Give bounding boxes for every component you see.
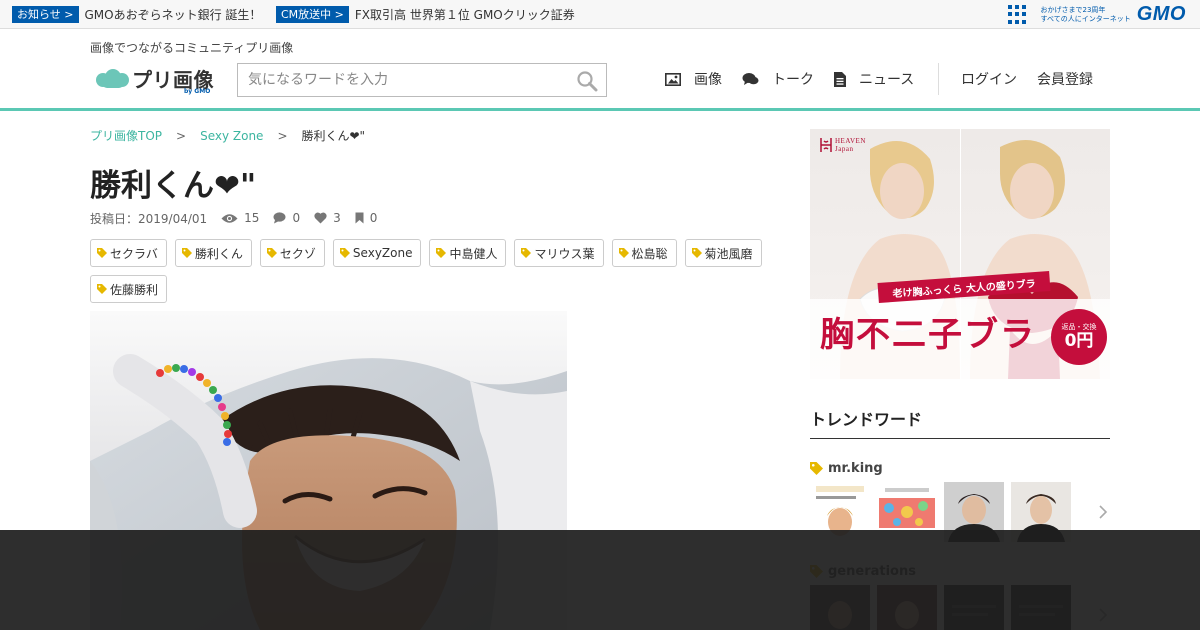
tag-chip[interactable]: 菊池風磨 <box>684 239 762 267</box>
tag-icon <box>618 248 629 258</box>
gmo-cm-tag: CM放送中 > <box>276 6 349 23</box>
heaven-logo-icon <box>820 138 832 152</box>
login-link[interactable]: ログイン <box>961 69 1017 89</box>
page-title: 勝利くん❤" <box>90 168 257 204</box>
site-tagline: 画像でつながるコミュニティプリ画像 <box>90 41 294 55</box>
like-count: 3 <box>314 211 341 225</box>
post-meta: 投稿日：2019/04/01 15 0 3 0 <box>90 210 377 226</box>
gmo-tagline: おかげさまで23周年 すべての人にインターネット <box>1040 5 1131 23</box>
sidebar-ad-banner[interactable]: HEAVEN Japan 老け胸ふっくら 大人の盛りブラ 胸不二子ブラ 返品・交… <box>810 129 1110 379</box>
gmo-menu-grid-icon[interactable] <box>1008 4 1028 25</box>
tag-icon <box>810 461 823 475</box>
gmo-news-link-bank[interactable]: お知らせ > GMOあおぞらネット銀行 誕生！ <box>12 6 261 23</box>
tag-icon <box>691 248 702 258</box>
ad-brand-sub: Japan <box>835 145 854 153</box>
chevron-right-icon[interactable] <box>1097 504 1109 520</box>
breadcrumb-category[interactable]: Sexy Zone <box>200 129 263 143</box>
ad-headline: 胸不二子ブラ <box>820 315 1036 355</box>
tag-chip[interactable]: 松島聡 <box>611 239 677 267</box>
breadcrumb-current: 勝利くん❤" <box>301 129 366 143</box>
gmo-cm-text: FX取引高 世界第１位 GMOクリック証券 <box>354 8 575 22</box>
comment-count: 0 <box>273 211 300 225</box>
tag-icon <box>97 248 107 258</box>
account-nav: ログイン 会員登録 <box>961 67 1113 91</box>
tag-list: セクラバ 勝利くん セクゾ SexyZone 中島健人 マリウス葉 松島聡 菊池… <box>90 239 780 311</box>
ad-brand: HEAVEN Japan <box>820 137 866 153</box>
gmo-logo: GMO <box>1136 3 1186 25</box>
gmo-top-bar: お知らせ > GMOあおぞらネット銀行 誕生！ CM放送中 > FX取引高 世界… <box>0 0 1200 29</box>
ad-brand-name: HEAVEN <box>835 137 866 145</box>
breadcrumb-separator: > <box>176 128 187 143</box>
gmo-logo-link[interactable]: おかげさまで23周年 すべての人にインターネット GMO <box>1008 3 1186 25</box>
register-link[interactable]: 会員登録 <box>1037 69 1093 89</box>
breadcrumb-separator: > <box>277 128 288 143</box>
gmo-news-tag: お知らせ > <box>12 6 79 23</box>
breadcrumb: プリ画像TOP > Sexy Zone > 勝利くん❤" <box>90 127 365 144</box>
tag-chip[interactable]: 中島健人 <box>429 239 507 267</box>
logo-mark-icon <box>96 68 130 89</box>
posted-date: 投稿日：2019/04/01 <box>90 211 208 226</box>
tag-chip[interactable]: セクラバ <box>90 239 167 267</box>
nav-talk-label: トーク <box>772 72 814 88</box>
main-nav: 画像 トーク ニュース <box>665 67 934 91</box>
tag-icon <box>521 248 532 258</box>
trend-group: mr.king <box>810 460 1110 542</box>
tag-chip[interactable]: SexyZone <box>332 239 422 267</box>
chat-bubble-icon <box>742 73 759 85</box>
ad-badge: 返品・交換 0円 <box>1051 309 1107 365</box>
tag-icon <box>181 248 192 258</box>
site-header: 画像でつながるコミュニティプリ画像 プリ画像 by GMO 画像 トーク ニュー… <box>0 29 1200 111</box>
bookmark-icon <box>355 212 364 224</box>
trend-section-title: トレンドワード <box>810 410 923 429</box>
tag-icon <box>266 248 277 258</box>
breadcrumb-top[interactable]: プリ画像TOP <box>90 127 162 144</box>
site-logo[interactable]: プリ画像 by GMO <box>96 64 214 95</box>
news-document-icon <box>834 71 846 87</box>
logo-by-gmo: by GMO <box>184 88 211 95</box>
nav-talk[interactable]: トーク <box>742 69 814 89</box>
trend-divider <box>810 438 1110 439</box>
heart-icon <box>314 212 327 224</box>
search-box <box>237 63 607 97</box>
bottom-overlay <box>0 530 1200 630</box>
tag-chip[interactable]: セクゾ <box>259 239 325 267</box>
tag-icon <box>436 248 447 258</box>
nav-news[interactable]: ニュース <box>834 69 914 89</box>
nav-images-label: 画像 <box>694 72 722 88</box>
tag-chip[interactable]: 勝利くん <box>174 239 252 267</box>
nav-images[interactable]: 画像 <box>665 69 722 89</box>
search-icon[interactable] <box>576 70 598 92</box>
nav-divider <box>938 63 939 95</box>
ad-badge-main: 0円 <box>1064 331 1094 351</box>
view-count: 15 <box>221 211 259 225</box>
tag-icon <box>97 284 107 294</box>
gmo-news-link-fx[interactable]: CM放送中 > FX取引高 世界第１位 GMOクリック証券 <box>276 6 575 23</box>
bookmark-count: 0 <box>355 211 377 225</box>
eye-icon <box>221 213 238 223</box>
search-input[interactable] <box>238 64 558 96</box>
gmo-news-text: GMOあおぞらネット銀行 誕生！ <box>84 8 262 22</box>
image-icon <box>665 72 681 86</box>
tag-icon <box>339 248 350 258</box>
nav-news-label: ニュース <box>859 72 915 88</box>
trend-word-link[interactable]: mr.king <box>810 460 1110 476</box>
tag-chip[interactable]: マリウス葉 <box>514 239 604 267</box>
tag-chip[interactable]: 佐藤勝利 <box>90 275 168 303</box>
comment-icon <box>273 212 286 224</box>
